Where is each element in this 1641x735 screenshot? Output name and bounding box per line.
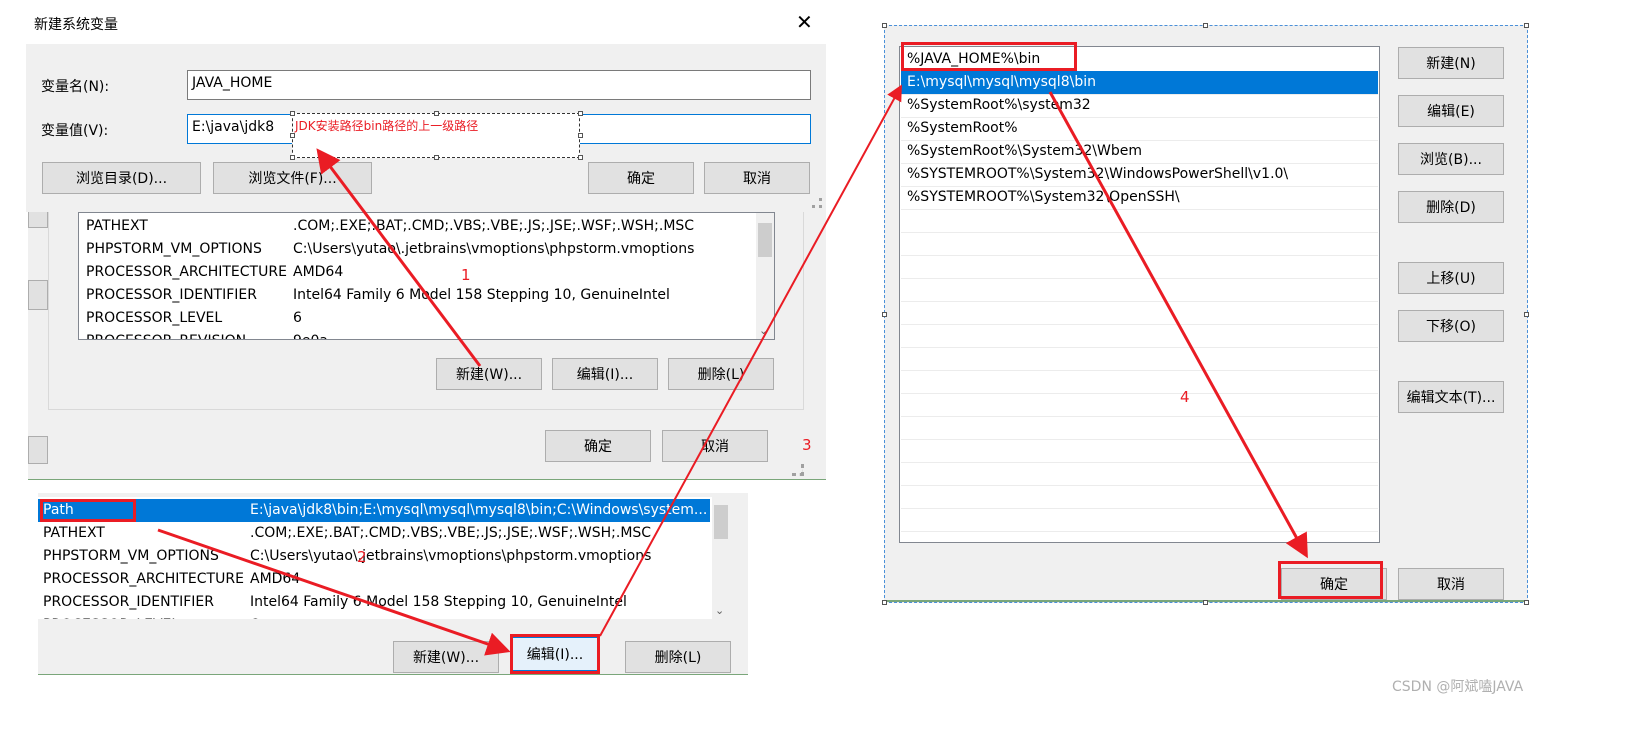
step-label-4: 4 (1180, 388, 1190, 406)
arrow-1 (316, 148, 482, 367)
arrow-3 (599, 84, 902, 637)
step-label-1: 1 (461, 266, 471, 284)
watermark: CSDN @阿斌嗑JAVA (1392, 679, 1524, 695)
step-label-2: 2 (357, 548, 367, 566)
arrow-2 (157, 528, 511, 656)
arrow-4 (1048, 91, 1308, 559)
step-label-3: 3 (802, 436, 812, 454)
annotation-arrows (157, 84, 1308, 656)
